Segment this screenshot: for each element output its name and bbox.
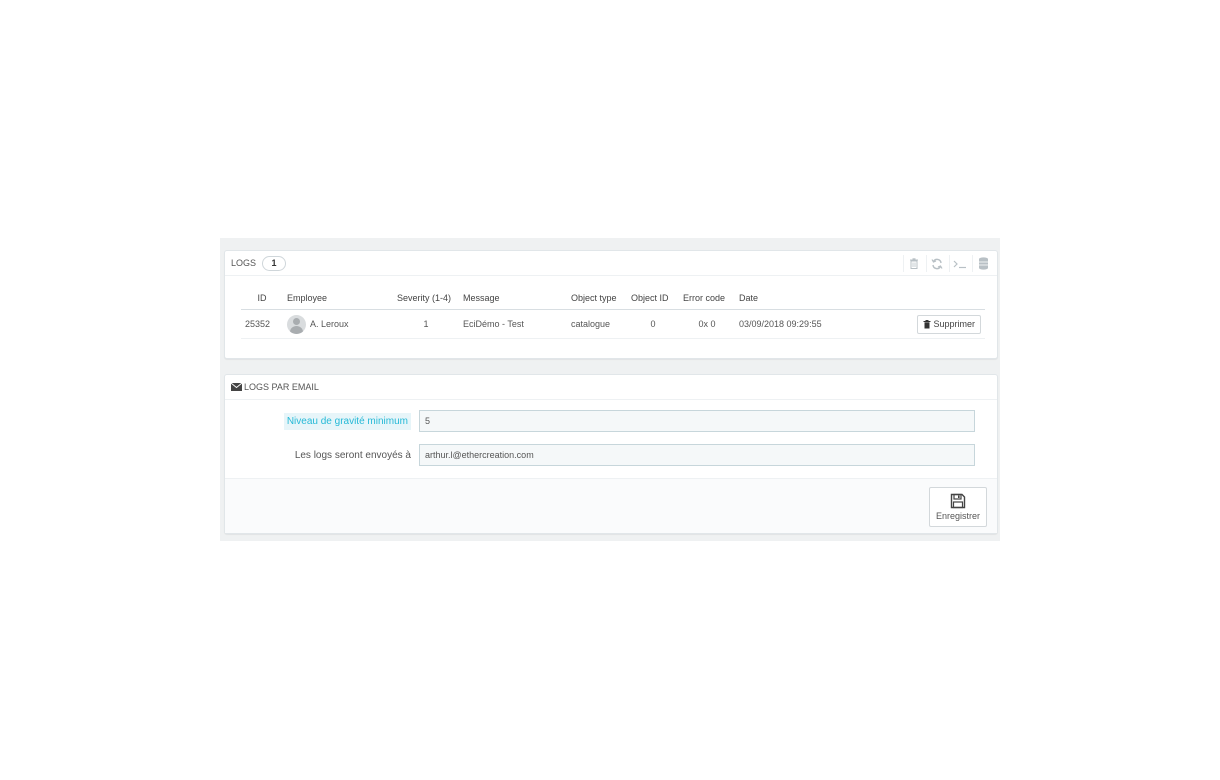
email-label: Les logs seront envoyés à [294,449,411,461]
log-id: 25352 [241,309,283,339]
database-icon [978,257,988,270]
col-severity[interactable]: Severity (1-4) [393,287,459,310]
save-label: Enregistrer [935,511,980,521]
email-logs-panel: LOGS PAR EMAIL Niveau de gravité minimum… [224,374,998,534]
col-message[interactable]: Message [459,287,567,310]
email-panel-title: LOGS PAR EMAIL [244,382,319,392]
save-icon [950,493,966,509]
delete-log-label: Supprimer [933,319,975,329]
col-date[interactable]: Date [735,287,907,310]
save-button[interactable]: Enregistrer [929,487,987,527]
log-object-id: 0 [627,309,679,339]
terminal-icon [953,260,966,268]
col-object-id[interactable]: Object ID [627,287,679,310]
logs-count-badge: 1 [262,255,287,271]
log-error-code: 0x 0 [679,309,735,339]
log-message: EciDémo - Test [459,309,567,339]
avatar [287,314,306,334]
email-input[interactable] [419,444,975,466]
logs-panel-heading: LOGS 1 [225,251,997,276]
logs-page-frame: LOGS 1 ID Employee Severity (1-4) Messag… [220,238,1000,541]
log-object-type: catalogue [567,309,627,339]
trash-icon [923,319,931,328]
col-error-code[interactable]: Error code [679,287,735,310]
col-id[interactable]: ID [241,287,283,310]
refresh-icon [931,258,943,269]
log-employee: A. Leroux [310,319,349,329]
log-employee-cell: A. Leroux [283,309,393,339]
log-date: 03/09/2018 09:29:55 [735,309,907,339]
delete-all-button[interactable] [903,255,924,272]
logs-panel-title: LOGS [231,258,257,268]
logs-toolbar [903,255,993,272]
delete-log-button[interactable]: Supprimer [917,314,981,334]
col-employee[interactable]: Employee [283,287,393,310]
trash-icon [910,258,918,269]
log-severity: 1 [393,309,459,339]
refresh-button[interactable] [926,255,947,272]
export-button[interactable] [972,255,993,272]
severity-input[interactable] [419,410,975,432]
email-form-row: Les logs seront envoyés à [225,443,997,467]
log-actions: Supprimer [907,309,985,339]
logs-table: ID Employee Severity (1-4) Message Objec… [241,287,985,339]
severity-form-row: Niveau de gravité minimum [225,409,997,433]
logs-panel: LOGS 1 ID Employee Severity (1-4) Messag… [224,250,998,359]
col-actions [907,287,985,310]
table-row: 25352 A. Leroux 1 EciDémo - Test catalog… [241,309,985,339]
email-panel-footer: Enregistrer [225,478,997,533]
envelope-icon [231,383,242,391]
email-panel-heading: LOGS PAR EMAIL [225,375,997,400]
col-object-type[interactable]: Object type [567,287,627,310]
sql-query-button[interactable] [949,255,970,272]
severity-label: Niveau de gravité minimum [283,412,411,430]
logs-table-header: ID Employee Severity (1-4) Message Objec… [241,287,985,310]
